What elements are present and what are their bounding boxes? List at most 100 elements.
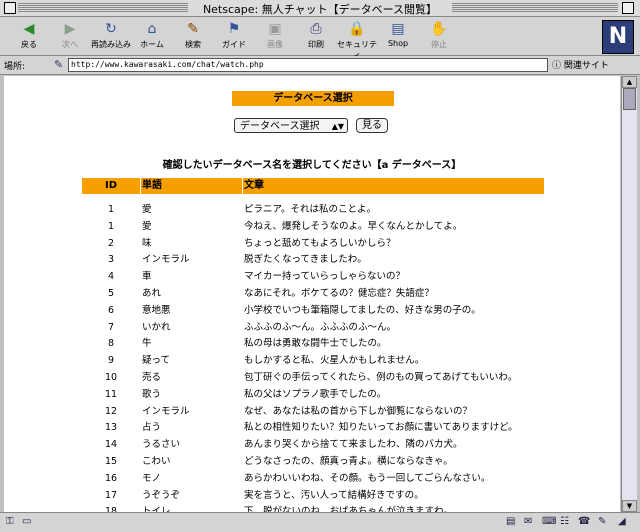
row-word: うるさい bbox=[142, 439, 181, 451]
scroll-up-arrow-icon[interactable]: ▲ bbox=[622, 76, 637, 88]
table-row: 1 愛 ピラニア。それは私のことよ。 bbox=[82, 202, 544, 219]
related-sites-button[interactable]: ⓘ 関連サイト bbox=[552, 58, 609, 71]
row-id: 14 bbox=[104, 439, 118, 451]
page-heading: データベース選択 bbox=[232, 91, 394, 106]
navigation-toolbar: ◀ 戻る ▶ 次へ ↻ 再読み込み ⌂ ホーム ✎ 検索 ⚑ ガイド ▣ 画像 ⎙ 印刷 🔒セキュリティ ▤ Sho… bbox=[0, 17, 640, 60]
row-word: 愛 bbox=[142, 220, 152, 232]
page-content: データベース選択 データベース選択 ▲▼ 見る 確認したいデータベース名を選択し… bbox=[4, 76, 620, 512]
toolbar-button-label: ホーム bbox=[140, 40, 164, 49]
toolbar-button[interactable]: ↻ 再読み込み bbox=[90, 19, 132, 53]
table-row: 18 トイレ 下、脱がないのね、おばあちゃんが泣きますわ。 bbox=[82, 504, 544, 512]
table-row: 11 歌う 私の父はソプラノ歌手でしたの。 bbox=[82, 387, 544, 404]
row-id: 16 bbox=[104, 472, 118, 484]
toolbar-button[interactable]: ▣ 画像 bbox=[254, 19, 296, 53]
toolbar-button[interactable]: ✎ 検索 bbox=[172, 19, 214, 53]
row-text: なぜ、あなたは私の首から下しか御覧にならないの？ bbox=[244, 405, 473, 417]
updown-arrow-icon: ▲▼ bbox=[331, 122, 344, 131]
header-id: ID bbox=[104, 180, 118, 191]
row-text: ちょっと舐めてもよろしいかしら？ bbox=[244, 237, 396, 249]
row-id: 13 bbox=[104, 422, 118, 434]
table-row: 15 こわい どうなさったの、顔真っ青よ。横にならなきゃ。 bbox=[82, 454, 544, 471]
header-word: 単語 bbox=[142, 180, 162, 191]
toolbar-button-label: 印刷 bbox=[308, 40, 324, 49]
table-header: ID 単語 文章 bbox=[82, 178, 544, 194]
netscape-logo[interactable]: N bbox=[602, 20, 634, 54]
address-book-icon[interactable]: ☎ bbox=[578, 516, 590, 527]
database-select[interactable]: データベース選択 ▲▼ bbox=[234, 118, 348, 133]
row-id: 10 bbox=[104, 371, 118, 383]
view-button[interactable]: 見る bbox=[356, 118, 388, 133]
toolbar-button-label: 戻る bbox=[21, 40, 37, 49]
toolbar-button[interactable]: ⚑ ガイド bbox=[213, 19, 255, 53]
toolbar-button-label: 停止 bbox=[431, 40, 447, 49]
row-id: 8 bbox=[107, 338, 115, 350]
mail-icon[interactable]: ✉ bbox=[524, 516, 532, 527]
vertical-scrollbar[interactable]: ▲ ▼ bbox=[621, 76, 637, 512]
toolbar-button[interactable]: ▶ 次へ bbox=[49, 19, 91, 53]
row-text: なあにそれ。ボケてるの？健忘症？失語症？ bbox=[244, 287, 434, 299]
url-field[interactable]: http://www.kawarasaki.com/chat/watch.php bbox=[68, 58, 548, 72]
row-word: インモラル bbox=[142, 405, 190, 417]
row-id: 11 bbox=[104, 388, 118, 400]
row-word: 疑って bbox=[142, 355, 171, 367]
progress-bar-icon: ▭ bbox=[22, 516, 32, 527]
toolbar-button[interactable]: ✋ 停止 bbox=[418, 19, 460, 53]
row-word: 愛 bbox=[142, 204, 152, 215]
zoom-box[interactable] bbox=[622, 2, 634, 14]
scroll-down-arrow-icon[interactable]: ▼ bbox=[622, 500, 637, 512]
composer-icon[interactable]: ⌨ bbox=[542, 516, 556, 527]
row-word: 牛 bbox=[142, 338, 152, 350]
row-text: 下、脱がないのね、おばあちゃんが泣きますわ。 bbox=[244, 506, 454, 512]
edit-icon[interactable]: ✎ bbox=[598, 516, 606, 527]
back-arrow-icon: ◀ bbox=[23, 21, 35, 37]
security-key-icon[interactable]: ⚿ bbox=[6, 516, 14, 527]
toolbar-button[interactable]: ⌂ ホーム bbox=[131, 19, 173, 53]
row-text: ピラニア。それは私のことよ。 bbox=[244, 204, 377, 215]
navigator-icon[interactable]: ▤ bbox=[506, 516, 515, 527]
toolbar-button[interactable]: ◀ 戻る bbox=[8, 19, 50, 53]
search-icon: ✎ bbox=[187, 21, 199, 37]
row-id: 6 bbox=[107, 304, 115, 316]
header-text: 文章 bbox=[244, 180, 264, 191]
row-id: 12 bbox=[104, 405, 118, 417]
row-id: 17 bbox=[104, 489, 118, 501]
images-icon: ▣ bbox=[268, 21, 282, 37]
related-sites-icon: ⓘ bbox=[552, 61, 562, 71]
row-id: 15 bbox=[104, 455, 118, 467]
row-text: どうなさったの、顔真っ青よ。横にならなきゃ。 bbox=[244, 455, 453, 467]
row-id: 5 bbox=[107, 287, 115, 299]
scroll-thumb[interactable] bbox=[623, 88, 636, 110]
title-bar[interactable]: Netscape: 無人チャット【データベース閲覧】 bbox=[0, 0, 640, 17]
toolbar-button-label: 再読み込み bbox=[91, 40, 131, 49]
row-text: マイカー持っていらっしゃらないの？ bbox=[244, 271, 406, 283]
row-word: 占う bbox=[142, 422, 162, 434]
table-row: 1 愛 今ねえ、爆発しそうなのよ。早くなんとかしてよ。 bbox=[82, 219, 544, 236]
row-word: あれ bbox=[142, 287, 162, 299]
toolbar-button-label: ガイド bbox=[222, 40, 246, 49]
table-row: 5 あれ なあにそれ。ボケてるの？健忘症？失語症？ bbox=[82, 286, 544, 303]
table-row: 13 占う 私との相性知りたい？知りたいってお顔に書いてありますけど。 bbox=[82, 420, 544, 437]
table-row: 9 疑って もしかすると私、火星人かもしれません。 bbox=[82, 353, 544, 370]
location-bar: 場所: ✎ http://www.kawarasaki.com/chat/wat… bbox=[0, 56, 640, 75]
row-id: 4 bbox=[107, 271, 115, 283]
page-proxy-icon[interactable]: ✎ bbox=[54, 58, 66, 71]
location-label: 場所: bbox=[4, 62, 26, 72]
related-sites-label: 関連サイト bbox=[563, 61, 609, 71]
row-text: あらかわいいわね、その顔。もう一回してごらんなさい。 bbox=[244, 472, 491, 484]
reload-icon: ↻ bbox=[105, 21, 117, 37]
stop-icon: ✋ bbox=[430, 21, 448, 37]
toolbar-button[interactable]: ⎙ 印刷 bbox=[295, 19, 337, 53]
row-text: 今ねえ、爆発しそうなのよ。早くなんとかしてよ。 bbox=[244, 220, 463, 232]
row-word: モノ bbox=[142, 472, 162, 484]
toolbar-button[interactable]: ▤ Shop bbox=[377, 19, 419, 53]
row-text: 実を言うと、汚い人って結構好きですの。 bbox=[244, 489, 424, 501]
row-id: 18 bbox=[104, 506, 118, 512]
resize-grip-icon[interactable]: ◢ bbox=[618, 516, 626, 527]
table-row: 4 車 マイカー持っていらっしゃらないの？ bbox=[82, 269, 544, 286]
row-word: 意地悪 bbox=[142, 304, 171, 316]
news-icon[interactable]: ☷ bbox=[560, 516, 569, 527]
row-text: 私との相性知りたい？知りたいってお顔に書いてありますけど。 bbox=[244, 422, 518, 434]
toolbar-button[interactable]: 🔒セキュリティ bbox=[336, 19, 378, 60]
table-row: 8 牛 私の母は勇敢な闘牛士でしたの。 bbox=[82, 336, 544, 353]
row-id: 7 bbox=[107, 321, 115, 333]
